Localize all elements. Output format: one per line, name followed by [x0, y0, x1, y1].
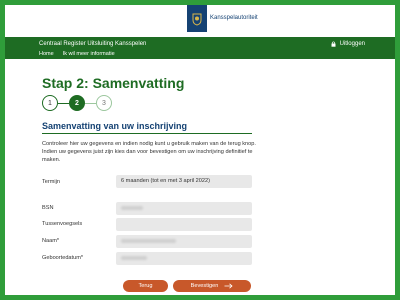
progress-stepper: 1 2 3 [42, 95, 112, 111]
crest-icon [187, 5, 207, 32]
step-1: 1 [42, 95, 58, 111]
step-3: 3 [96, 95, 112, 111]
lock-icon [331, 41, 336, 47]
page-title: Stap 2: Samenvatting [42, 75, 185, 91]
confirm-label: Bevestigen [190, 283, 219, 289]
nav-more-info[interactable]: Ik wil meer informatie [63, 51, 115, 57]
bsn-label: BSN [42, 205, 54, 211]
geboortedatum-label: Geboortedatum* [42, 255, 84, 261]
naam-label: Naam* [42, 238, 60, 244]
confirm-button[interactable]: Bevestigen [173, 280, 251, 292]
termijn-label: Termijn [42, 179, 61, 185]
site-title[interactable]: Centraal Register Uitsluiting Kansspelen [39, 41, 146, 47]
main-nav: Home Ik wil meer informatie [39, 51, 115, 57]
site-header: Centraal Register Uitsluiting Kansspelen… [5, 37, 395, 59]
naam-field [116, 235, 252, 248]
arrow-right-icon [224, 283, 233, 289]
logout-label: Uitloggen [339, 41, 365, 47]
back-button[interactable]: Terug [123, 280, 168, 292]
section-divider [42, 133, 252, 134]
step-2: 2 [69, 95, 85, 111]
step-connector [85, 102, 96, 104]
tussenvoegsels-label: Tussenvoegsels [42, 221, 83, 227]
app-frame: Kansspelautoriteit Centraal Register Uit… [5, 5, 395, 295]
termijn-field: 6 maanden (tot en met 3 april 2022) [116, 175, 252, 188]
tussenvoegsels-field [116, 218, 252, 231]
brand-bar: Kansspelautoriteit [5, 5, 395, 35]
section-title: Samenvatting van uw inschrijving [42, 121, 188, 131]
bsn-field [116, 202, 252, 215]
intro-text: Controleer hier uw gegevens en indien no… [42, 141, 256, 163]
geboortedatum-field [116, 252, 252, 265]
back-label: Terug [138, 283, 153, 289]
logout-button[interactable]: Uitloggen [331, 41, 365, 47]
step-connector [58, 102, 69, 104]
brand-name: Kansspelautoriteit [210, 15, 258, 21]
nav-home[interactable]: Home [39, 51, 54, 57]
